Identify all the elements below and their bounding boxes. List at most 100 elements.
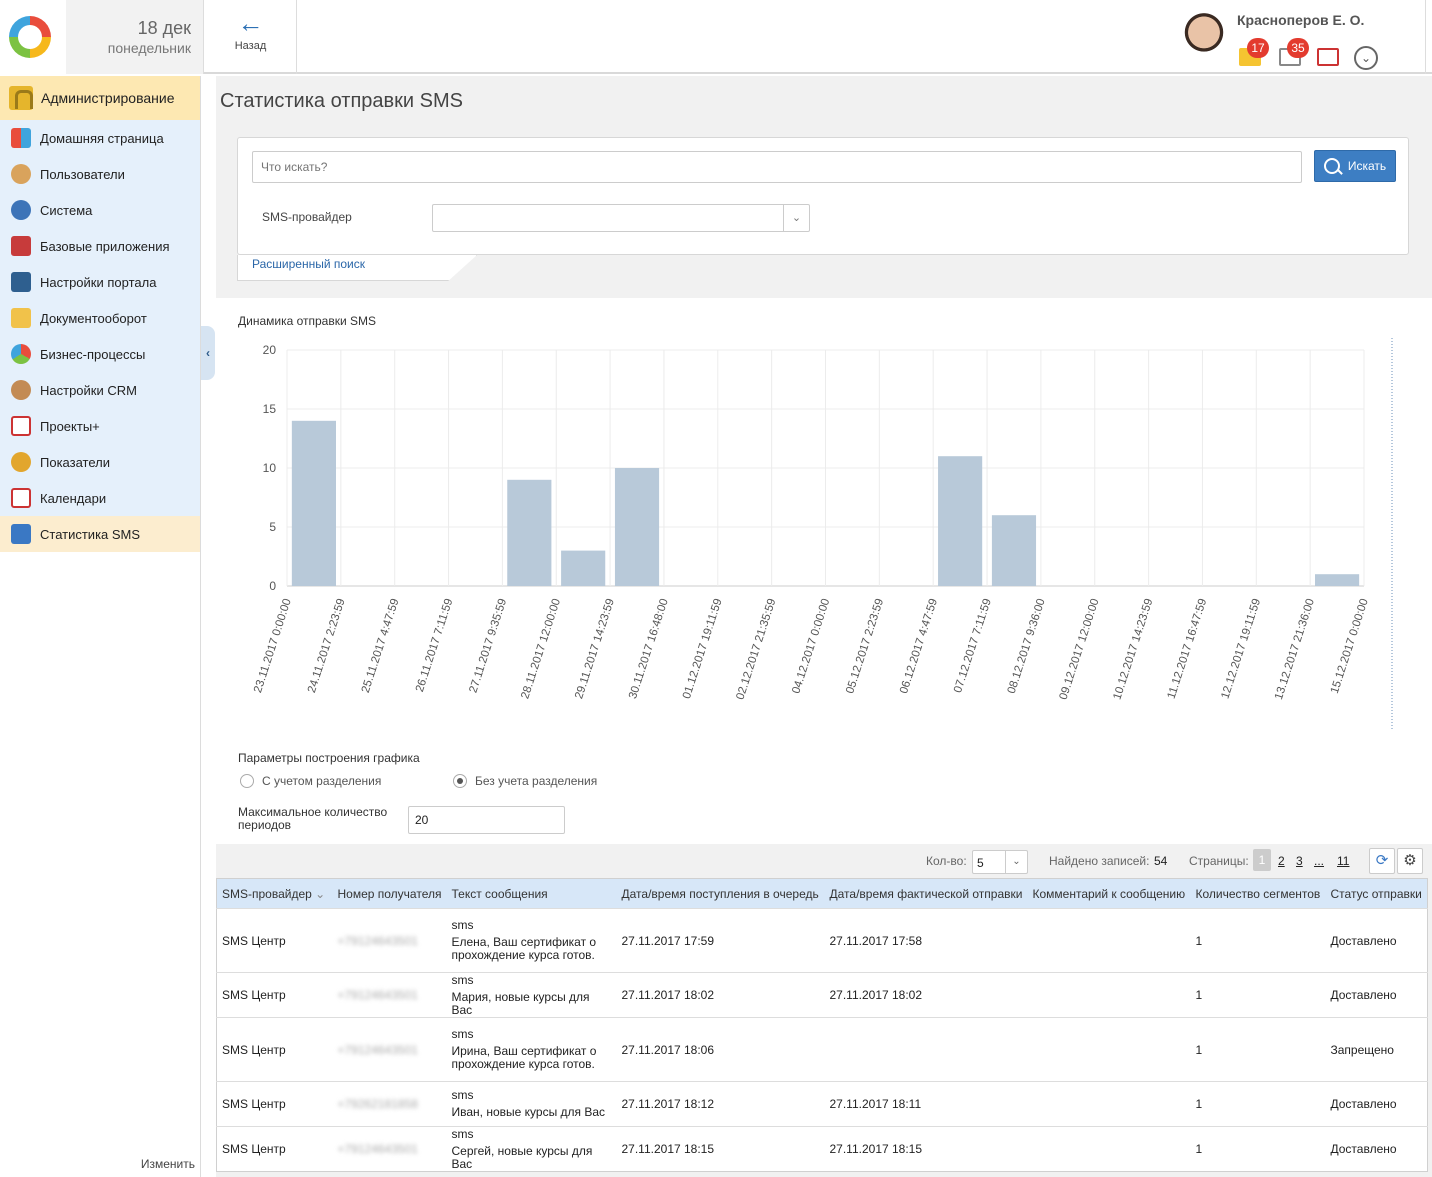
column-header[interactable]: Количество сегментов <box>1190 878 1326 909</box>
column-header[interactable]: Текст сообщения <box>446 878 617 909</box>
message-text: Елена, Ваш сертификат о прохождение курс… <box>451 935 597 962</box>
sidebar-collapse-button[interactable]: ‹ <box>201 326 215 380</box>
sidebar-item-users[interactable]: Пользователи <box>0 156 200 192</box>
page-link-last[interactable]: 11 <box>1337 854 1349 868</box>
sidebar-item-label: Календари <box>40 490 107 506</box>
advanced-search-link[interactable]: Расширенный поиск <box>252 257 365 271</box>
cell-comment <box>1027 1081 1191 1127</box>
radio-nosplit-circle[interactable] <box>453 774 467 788</box>
system-icon <box>11 200 31 220</box>
cell-sent: 27.11.2017 17:58 <box>824 908 1028 973</box>
sidebar-item-home[interactable]: Домашняя страница <box>0 120 200 156</box>
table-row[interactable]: SMS Центр +79124643501 sms Ирина, Ваш сер… <box>216 1017 1428 1082</box>
cell-status: Запрещено <box>1325 1017 1428 1082</box>
page-title: Статистика отправки SMS <box>220 90 463 112</box>
max-periods-input[interactable] <box>408 806 565 834</box>
message-text: Иван, новые курсы для Вас <box>451 1105 606 1119</box>
column-header[interactable]: Дата/время фактической отправки <box>824 878 1028 909</box>
y-tick-label: 0 <box>269 579 276 593</box>
cell-segments: 1 <box>1190 1017 1326 1082</box>
search-input[interactable] <box>252 151 1302 183</box>
back-label: Назад <box>234 40 267 52</box>
sidebar-item-portal-settings[interactable]: Настройки портала <box>0 264 200 300</box>
column-header[interactable]: Номер получателя <box>332 878 447 909</box>
sidebar-item-docflow[interactable]: Документооборот <box>0 300 200 336</box>
page-link[interactable]: 2 <box>1278 854 1285 868</box>
qty-select[interactable]: 5 ⌄ <box>972 850 1028 874</box>
cell-message: sms Сергей, новые курсы для Вас <box>446 1126 617 1172</box>
provider-select[interactable]: ⌄ <box>432 204 810 232</box>
message-kind: sms <box>451 1027 474 1041</box>
column-header[interactable]: SMS-провайдер ⌄ <box>216 878 333 909</box>
arrow-left-icon: ← <box>237 8 264 38</box>
apps-icon <box>11 236 31 256</box>
avatar[interactable] <box>1180 10 1228 66</box>
back-button[interactable]: ← Назад <box>205 0 297 74</box>
x-tick-label: 28.11.2017 12:00:00 <box>519 597 563 700</box>
cell-queued: 27.11.2017 18:02 <box>616 972 825 1018</box>
sidebar-edit-link[interactable]: Изменить <box>141 1157 195 1171</box>
table-row[interactable]: SMS Центр +79124643501 sms Елена, Ваш сер… <box>216 908 1428 973</box>
sidebar-item-system[interactable]: Система <box>0 192 200 228</box>
mail-count-badge[interactable]: 17 <box>1247 38 1269 58</box>
chevron-down-icon[interactable]: ⌄ <box>1354 46 1378 70</box>
cell-queued: 27.11.2017 17:59 <box>616 908 825 973</box>
bp-icon <box>11 344 31 364</box>
cell-comment <box>1027 972 1191 1018</box>
cell-sent: 27.11.2017 18:02 <box>824 972 1028 1018</box>
sidebar-section-admin[interactable]: Администрирование <box>0 76 200 120</box>
sidebar-item-kpi[interactable]: Показатели <box>0 444 200 480</box>
sidebar-item-bp[interactable]: Бизнес-процессы <box>0 336 200 372</box>
sidebar-item-calendars[interactable]: Календари <box>0 480 200 516</box>
radio-nosplit[interactable]: Без учета разделения <box>453 774 597 788</box>
sidebar-item-projects[interactable]: Проекты+ <box>0 408 200 444</box>
cell-provider: SMS Центр <box>216 972 333 1018</box>
cell-segments: 1 <box>1190 1081 1326 1127</box>
cell-status: Доставлено <box>1325 908 1428 973</box>
sort-chevron-icon[interactable]: ⌄ <box>315 887 325 901</box>
table-row[interactable]: SMS Центр +79124643501 sms Мария, новые к… <box>216 972 1428 1018</box>
sidebar-item-sms-stats[interactable]: Статистика SMS <box>0 516 200 552</box>
column-header[interactable]: Комментарий к сообщению <box>1027 878 1191 909</box>
task-count-badge[interactable]: 35 <box>1287 38 1309 58</box>
cell-sent: 27.11.2017 18:11 <box>824 1081 1028 1127</box>
page-link-ellipsis[interactable]: ... <box>1314 854 1324 868</box>
lock-key-icon <box>9 86 33 110</box>
search-icon <box>1323 158 1340 174</box>
page-link-current[interactable]: 1 <box>1253 849 1271 871</box>
sidebar-item-label: Проекты+ <box>40 418 100 434</box>
message-text: Сергей, новые курсы для Вас <box>451 1143 593 1171</box>
chevron-down-icon[interactable]: ⌄ <box>783 205 809 231</box>
chevron-down-icon[interactable]: ⌄ <box>1005 851 1027 873</box>
x-tick-label: 26.11.2017 7:11:59 <box>414 597 456 693</box>
sidebar-item-label: Домашняя страница <box>40 130 164 146</box>
cell-status: Доставлено <box>1325 1081 1428 1127</box>
folder-icon <box>11 308 31 328</box>
column-header[interactable]: Дата/время поступления в очередь <box>616 878 825 909</box>
message-kind: sms <box>451 972 474 987</box>
cell-provider: SMS Центр <box>216 1126 333 1172</box>
sidebar-item-crm[interactable]: Настройки CRM <box>0 372 200 408</box>
x-tick-label: 13.12.2017 21:36:00 <box>1273 597 1317 701</box>
column-header[interactable]: Статус отправки <box>1325 878 1428 909</box>
sidebar-item-apps[interactable]: Базовые приложения <box>0 228 200 264</box>
refresh-icon[interactable]: ⟳ <box>1369 848 1395 874</box>
app-logo[interactable] <box>0 0 66 74</box>
cell-message: sms Ирина, Ваш сертификат о прохождение к… <box>446 1017 617 1082</box>
date-box: 18 дек понедельник <box>66 0 204 74</box>
search-button[interactable]: Искать <box>1314 150 1396 182</box>
calendar-icon[interactable] <box>1317 48 1339 66</box>
page-link[interactable]: 3 <box>1296 854 1303 868</box>
table-row[interactable]: SMS Центр +79262181858 sms Иван, новые ку… <box>216 1081 1428 1127</box>
message-kind: sms <box>451 918 474 932</box>
gear-icon[interactable]: ⚙ <box>1397 848 1423 874</box>
found-value: 54 <box>1154 854 1168 868</box>
user-name[interactable]: Красноперов Е. О. <box>1237 12 1364 28</box>
radio-split-circle[interactable] <box>240 774 254 788</box>
cell-provider: SMS Центр <box>216 1081 333 1127</box>
cell-status: Доставлено <box>1325 1126 1428 1172</box>
cell-comment <box>1027 1126 1191 1172</box>
radio-split[interactable]: С учетом разделения <box>240 774 381 788</box>
table-row[interactable]: SMS Центр +79124643501 sms Сергей, новые … <box>216 1126 1428 1172</box>
y-tick-label: 15 <box>263 402 277 416</box>
